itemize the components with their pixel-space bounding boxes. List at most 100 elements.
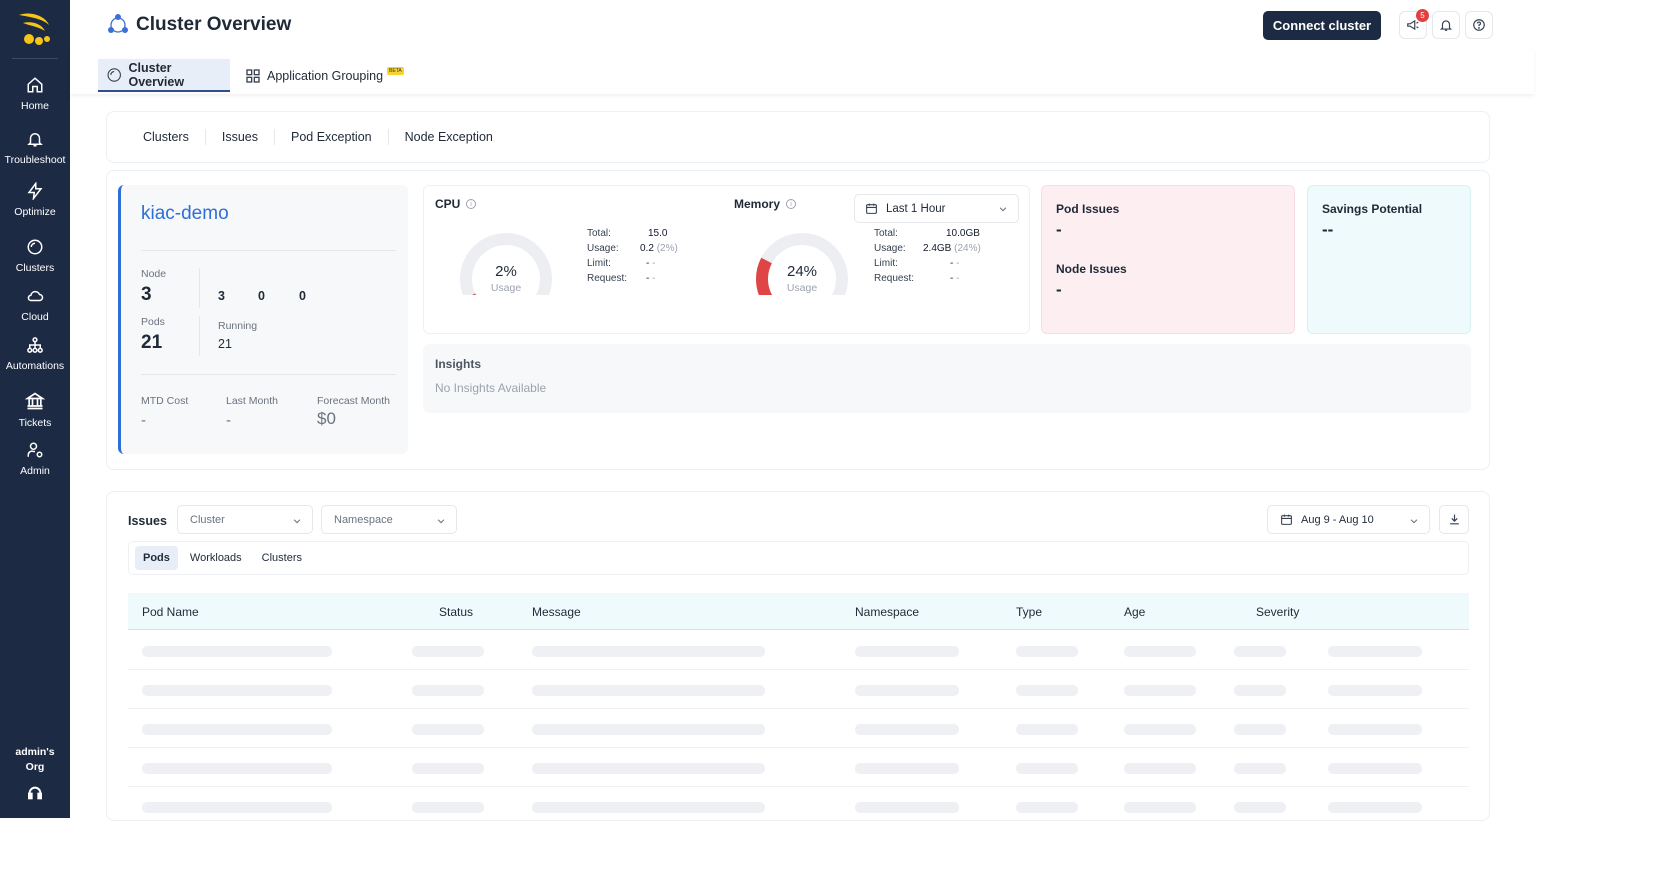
help-circle-icon xyxy=(1473,19,1485,31)
bank-icon xyxy=(25,392,45,410)
loading-placeholder xyxy=(532,685,765,696)
download-button[interactable] xyxy=(1439,505,1469,534)
subtab-clusters[interactable]: Clusters xyxy=(127,129,206,145)
sidebar-item-troubleshoot[interactable]: Troubleshoot xyxy=(0,121,70,175)
namespace-filter-dropdown[interactable]: Namespace xyxy=(321,505,457,534)
brand-logo[interactable] xyxy=(0,0,70,58)
info-icon[interactable]: i xyxy=(466,199,476,209)
loading-placeholder xyxy=(142,685,332,696)
cpu-usage-pct: (2%) xyxy=(656,243,678,254)
cpu-title: CPU xyxy=(435,197,461,211)
tab-application-grouping[interactable]: Application Grouping BETA xyxy=(237,59,412,92)
clusters-icon xyxy=(27,239,43,255)
tab-workloads[interactable]: Workloads xyxy=(182,546,250,570)
column-header-age[interactable]: Age xyxy=(1124,605,1145,619)
node-label: Node xyxy=(141,268,167,280)
network-icon xyxy=(27,337,43,353)
support-headset-icon[interactable] xyxy=(27,785,43,806)
sidebar-item-home[interactable]: Home xyxy=(0,67,70,121)
subtab-pod-exception[interactable]: Pod Exception xyxy=(275,129,389,145)
divider xyxy=(199,316,200,356)
loading-placeholder xyxy=(1124,763,1196,774)
cpu-usage-label: Usage xyxy=(490,282,522,294)
column-header-namespace[interactable]: Namespace xyxy=(855,605,919,619)
table-row xyxy=(128,631,1469,670)
loading-placeholder xyxy=(412,685,484,696)
loading-placeholder xyxy=(532,724,765,735)
page-header: Cluster Overview Connect cluster 5 xyxy=(70,0,1534,50)
running-count: 21 xyxy=(218,337,232,351)
tab-pods[interactable]: Pods xyxy=(135,546,178,570)
sidebar-item-cloud[interactable]: Cloud xyxy=(0,281,70,329)
pod-issues-label: Pod Issues xyxy=(1056,202,1120,216)
time-range-value: Last 1 Hour xyxy=(886,202,946,215)
sidebar-item-label: Home xyxy=(20,100,49,112)
divider xyxy=(199,268,200,308)
memory-request-value: - - xyxy=(950,273,959,284)
cpu-request-pct: - xyxy=(652,273,656,284)
memory-usage-row-label: Usage: xyxy=(874,243,906,254)
sidebar-item-automations[interactable]: Automations xyxy=(0,329,70,379)
divider xyxy=(141,250,396,251)
column-header-pod-name[interactable]: Pod Name xyxy=(142,605,199,619)
date-range-picker[interactable]: Aug 9 - Aug 10 xyxy=(1267,505,1430,534)
loading-placeholder xyxy=(532,802,765,813)
view-tabs: Cluster Overview Application Grouping BE… xyxy=(70,50,1534,94)
sidebar-item-clusters[interactable]: Clusters xyxy=(0,231,70,281)
memory-request-pct: - xyxy=(956,273,960,284)
column-header-status[interactable]: Status xyxy=(439,605,473,619)
subtab-node-exception[interactable]: Node Exception xyxy=(389,129,509,145)
help-button[interactable] xyxy=(1465,11,1493,39)
loading-placeholder xyxy=(1016,763,1078,774)
cluster-name-link[interactable]: kiac-demo xyxy=(141,203,229,225)
column-header-severity[interactable]: Severity xyxy=(1256,605,1299,619)
notifications-button[interactable] xyxy=(1432,11,1460,39)
calendar-icon xyxy=(866,203,877,214)
last-month-value: - xyxy=(226,412,231,429)
cluster-filter-dropdown[interactable]: Cluster xyxy=(177,505,313,534)
cpu-limit-label: Limit: xyxy=(587,258,611,269)
insights-title: Insights xyxy=(435,357,482,371)
info-icon[interactable]: i xyxy=(786,199,796,209)
cpu-request-label: Request: xyxy=(587,273,628,284)
loading-placeholder xyxy=(1234,724,1286,735)
column-header-message[interactable]: Message xyxy=(532,605,581,619)
issues-section: Issues Cluster Namespace Aug 9 - Aug 10 … xyxy=(106,491,1490,821)
loading-placeholder xyxy=(142,802,332,813)
tab-label: Application Grouping xyxy=(267,68,384,83)
memory-usage-amount: 2.4GB xyxy=(923,243,952,254)
download-icon xyxy=(1449,514,1459,525)
sidebar-item-optimize[interactable]: Optimize xyxy=(0,175,70,225)
loading-placeholder xyxy=(855,724,959,735)
node-count: 3 xyxy=(141,284,152,305)
tab-clusters[interactable]: Clusters xyxy=(254,546,310,570)
loading-placeholder xyxy=(142,646,332,657)
memory-request-amount: - xyxy=(950,273,954,284)
sidebar-item-tickets[interactable]: Tickets xyxy=(0,385,70,435)
chevron-down-icon xyxy=(293,519,301,524)
loading-placeholder xyxy=(412,763,484,774)
tab-cluster-overview[interactable]: Cluster Overview xyxy=(98,59,230,92)
cluster-nodes-icon xyxy=(108,14,128,33)
loading-placeholder xyxy=(1328,724,1422,735)
home-icon xyxy=(27,77,43,93)
time-range-select[interactable]: Last 1 Hour xyxy=(854,194,1019,223)
memory-title: Memory xyxy=(734,197,781,211)
sidebar-item-admin[interactable]: Admin xyxy=(0,435,70,483)
subtab-issues[interactable]: Issues xyxy=(206,129,275,145)
column-header-type[interactable]: Type xyxy=(1016,605,1042,619)
memory-total-value: 10.0GB xyxy=(946,228,980,239)
issues-table-header: Pod Name Status Message Namespace Type A… xyxy=(128,593,1469,630)
clusters-icon xyxy=(107,67,121,82)
loading-placeholder xyxy=(855,802,959,813)
notification-badge: 5 xyxy=(1416,9,1429,22)
connect-cluster-button[interactable]: Connect cluster xyxy=(1263,11,1381,40)
org-name[interactable]: admin's Org xyxy=(10,745,60,775)
announcements-button[interactable]: 5 xyxy=(1399,9,1429,39)
cluster-filter-placeholder: Cluster xyxy=(190,513,225,526)
tab-label: Cluster Overview xyxy=(128,60,185,89)
cpu-request-value: - - xyxy=(646,273,655,284)
date-range-value: Aug 9 - Aug 10 xyxy=(1301,513,1374,526)
node-issues-value: - xyxy=(1056,280,1062,299)
chevron-down-icon xyxy=(1410,519,1418,524)
